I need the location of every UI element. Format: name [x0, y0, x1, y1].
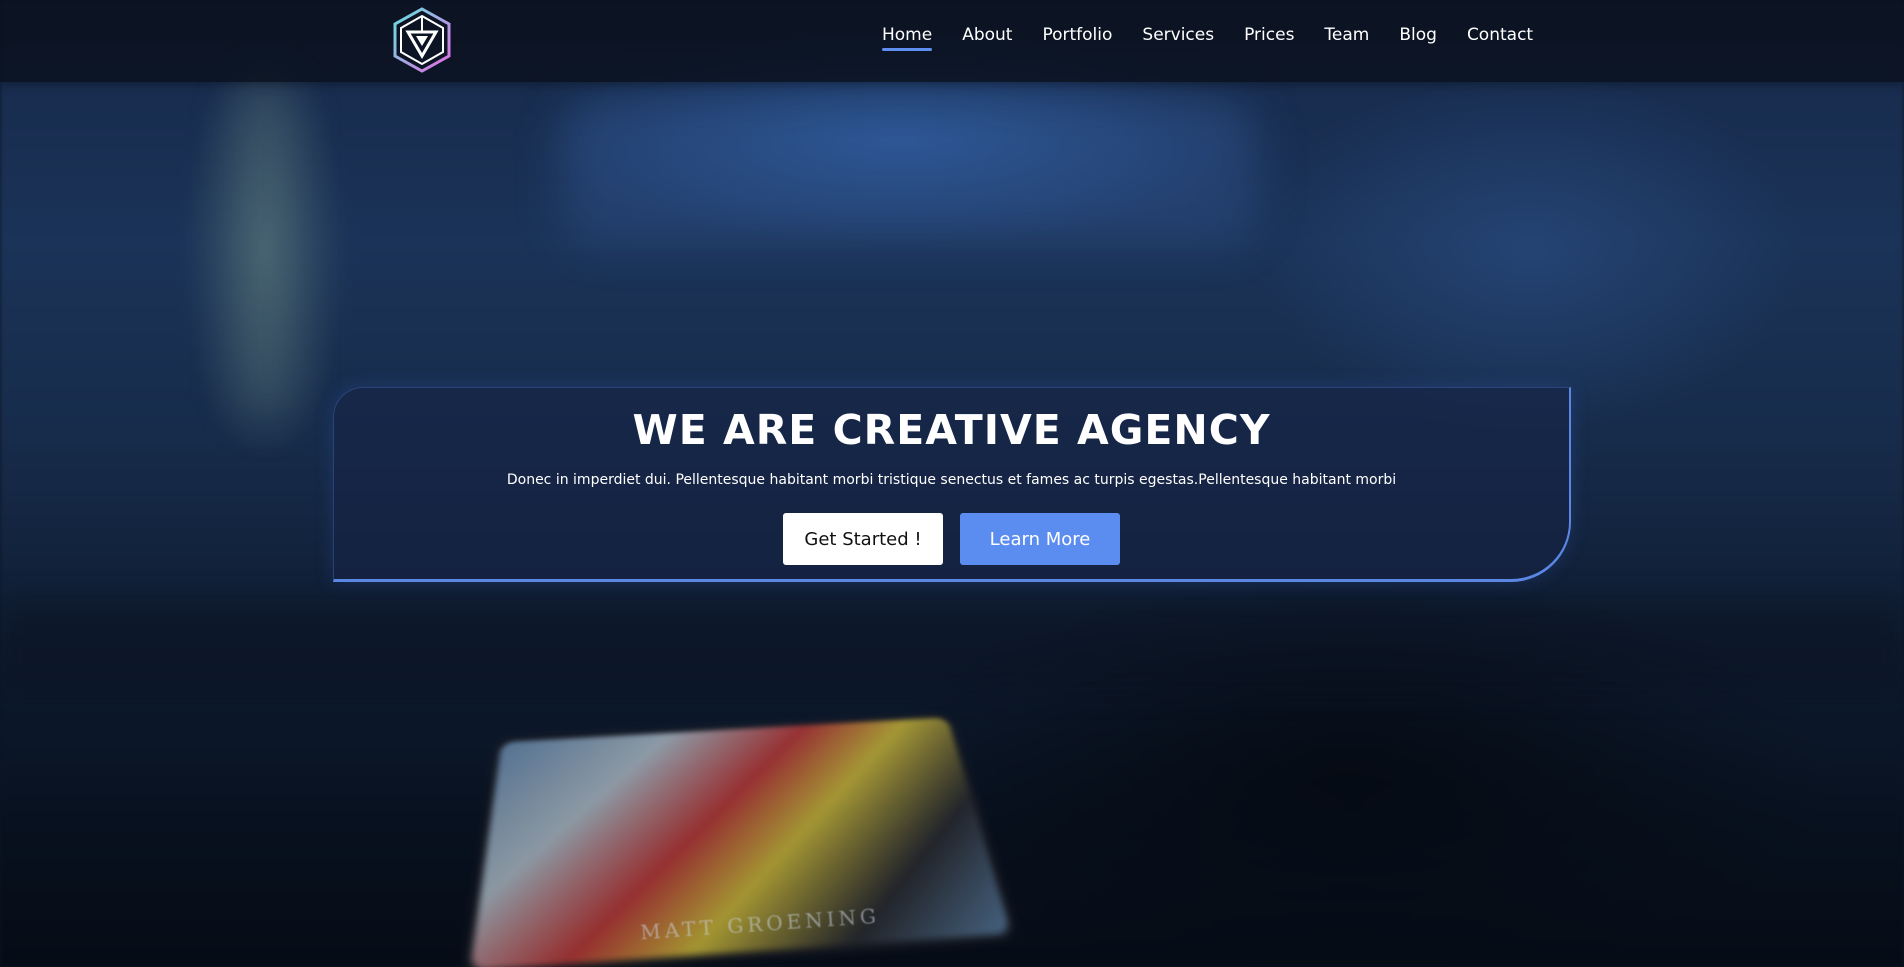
background-desk-edge	[0, 600, 1904, 690]
hero-button-row: Get Started ! Learn More	[334, 513, 1569, 565]
background-light-blur	[235, 80, 295, 420]
page: MATT GROENING Home About Portfolio Servi…	[0, 0, 1904, 967]
nav-prices[interactable]: Prices	[1244, 25, 1294, 51]
hero-subtitle: Donec in imperdiet dui. Pellentesque hab…	[334, 472, 1569, 488]
learn-more-button[interactable]: Learn More	[960, 513, 1120, 565]
nav-services[interactable]: Services	[1142, 25, 1214, 51]
hero-title: WE ARE CREATIVE AGENCY	[334, 406, 1569, 454]
get-started-button[interactable]: Get Started !	[783, 513, 943, 565]
nav-blog[interactable]: Blog	[1399, 25, 1437, 51]
background-monitor-glow	[560, 95, 1260, 245]
nav-home[interactable]: Home	[882, 25, 932, 51]
nav-about[interactable]: About	[962, 25, 1012, 51]
site-header: Home About Portfolio Services Prices Tea…	[0, 0, 1904, 82]
nav-portfolio[interactable]: Portfolio	[1042, 25, 1112, 51]
hero-panel: WE ARE CREATIVE AGENCY Donec in imperdie…	[333, 387, 1571, 582]
hexagon-triangle-logo-icon[interactable]	[390, 6, 454, 74]
main-nav: Home About Portfolio Services Prices Tea…	[882, 25, 1563, 51]
nav-contact[interactable]: Contact	[1467, 25, 1533, 51]
nav-team[interactable]: Team	[1324, 25, 1369, 51]
